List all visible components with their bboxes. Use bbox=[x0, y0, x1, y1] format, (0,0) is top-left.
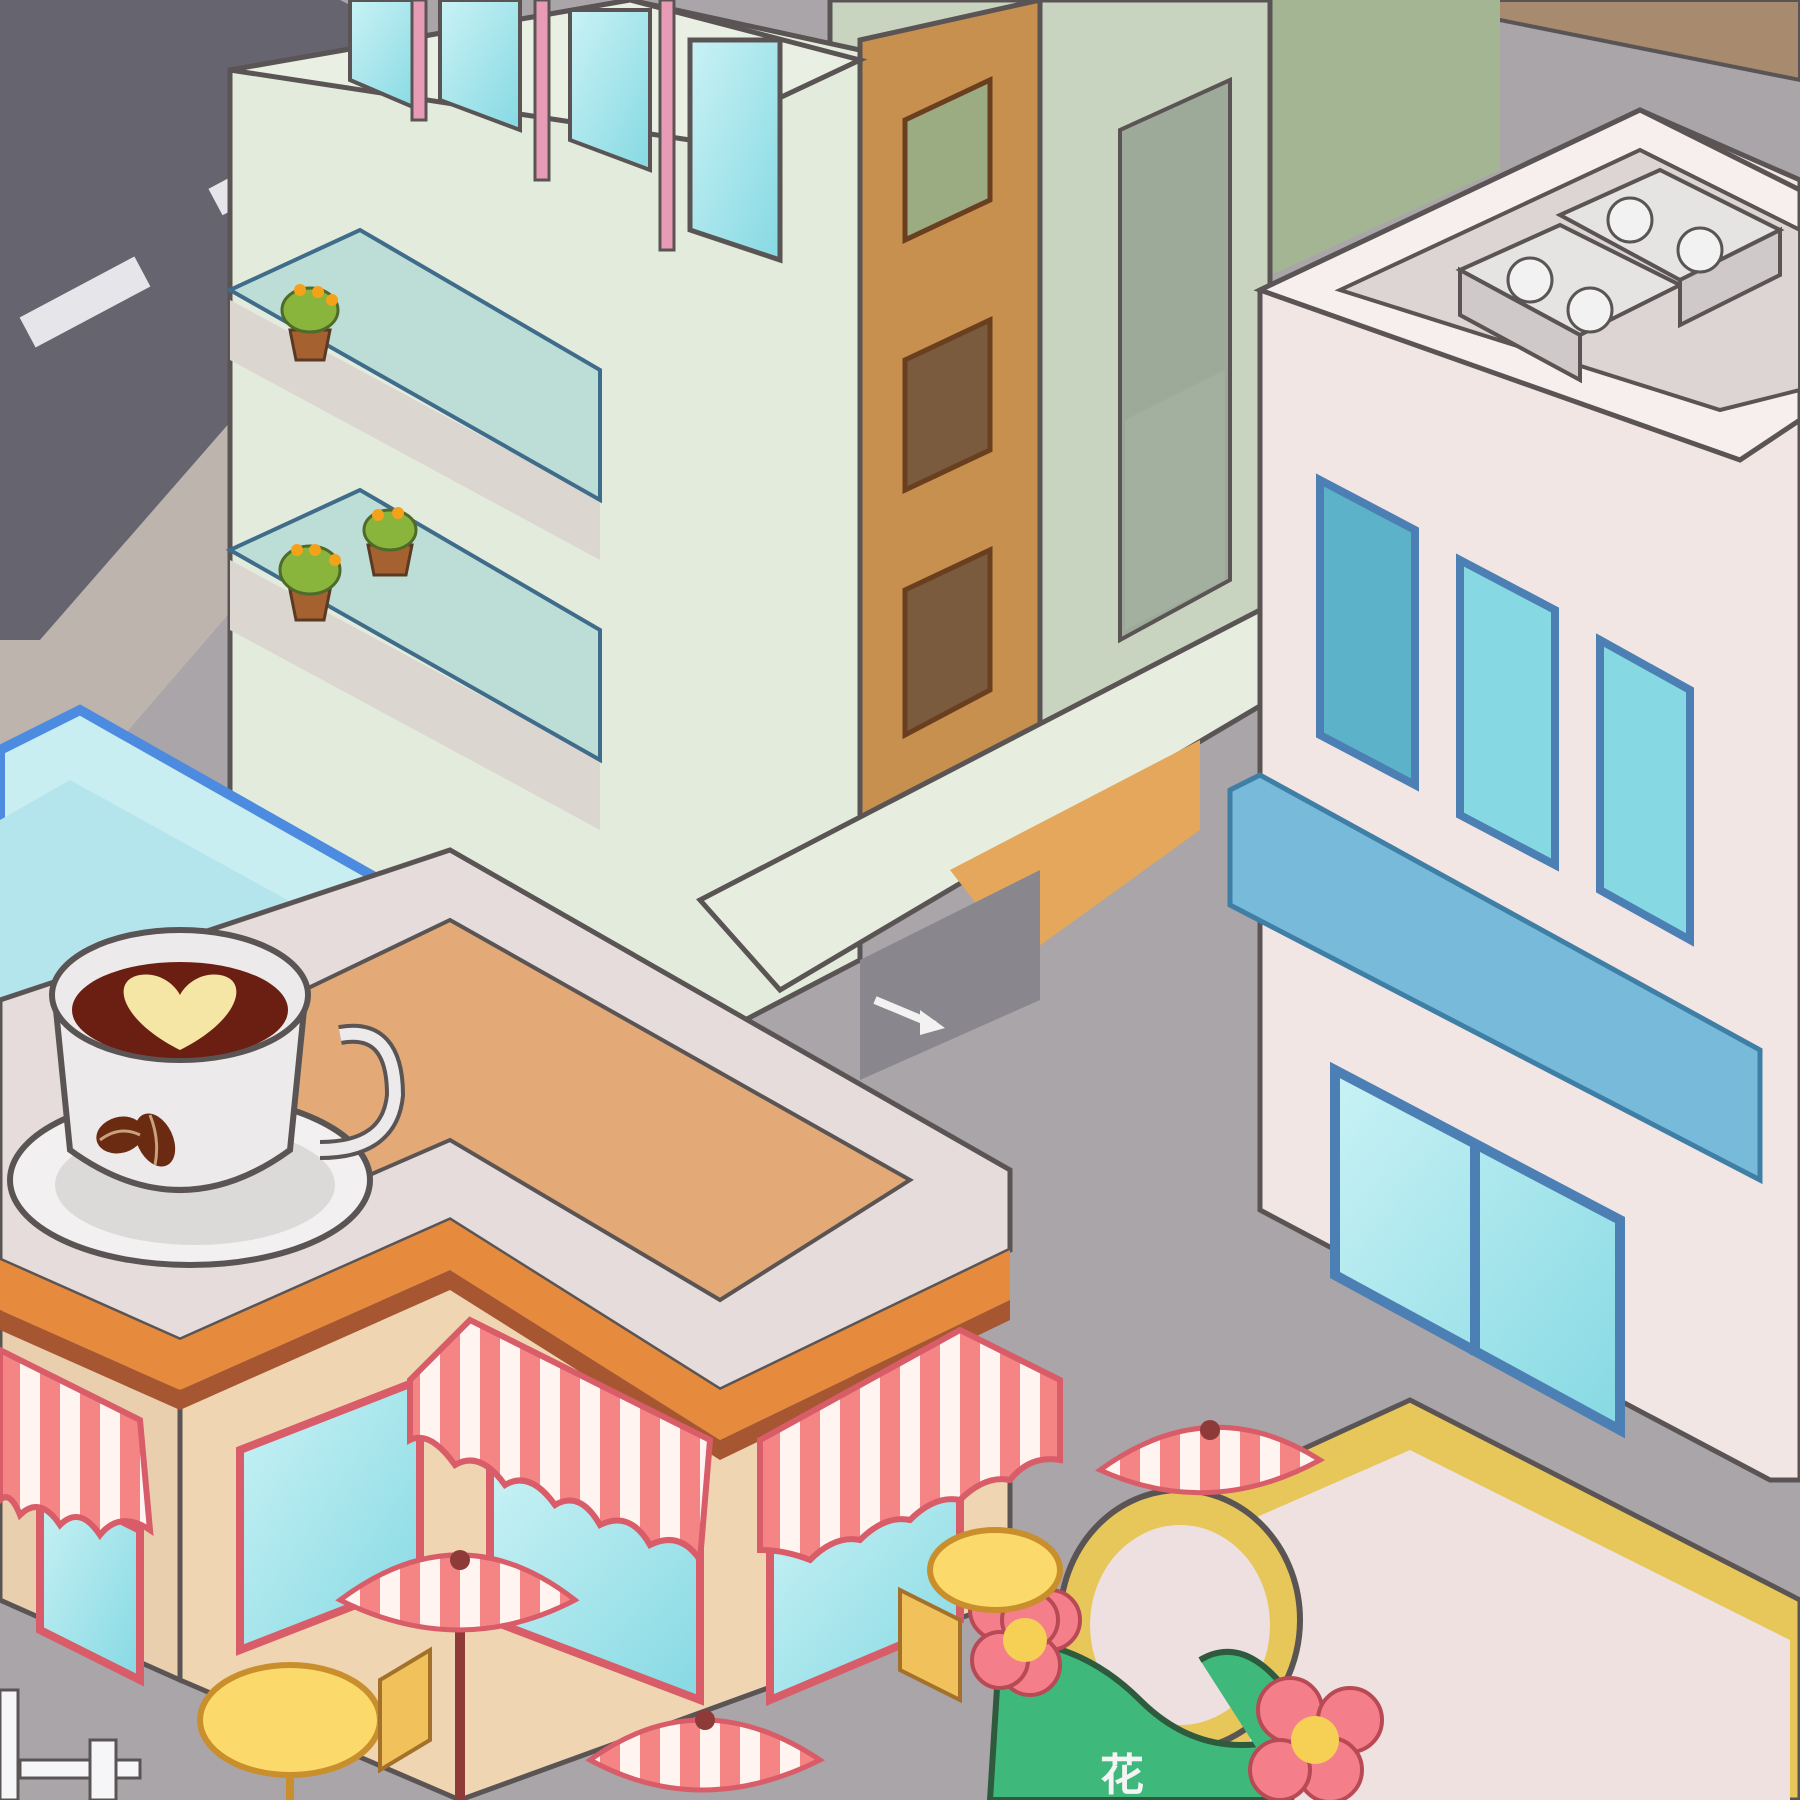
ac-fan-icon bbox=[1566, 286, 1614, 334]
ac-fan-icon bbox=[1676, 226, 1724, 274]
office-window bbox=[1456, 553, 1559, 872]
tower-window bbox=[687, 37, 783, 264]
tower-window bbox=[568, 8, 652, 173]
isometric-city-scene: 花 bbox=[0, 0, 1800, 1800]
ac-fan-icon bbox=[1606, 196, 1654, 244]
office-window bbox=[1316, 473, 1419, 792]
potted-plant-icon bbox=[362, 507, 418, 577]
florist-sign-text: 花 bbox=[1100, 1750, 1144, 1800]
office-window bbox=[1596, 633, 1694, 947]
ac-fan-icon bbox=[1506, 256, 1554, 304]
patio-table bbox=[927, 1527, 1063, 1613]
